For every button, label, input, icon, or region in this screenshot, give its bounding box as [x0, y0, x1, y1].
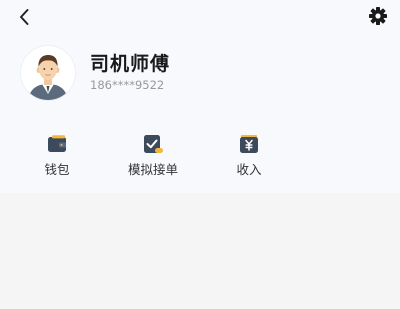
menu-item-mock-order[interactable]: 模拟接单	[118, 130, 188, 180]
menu-label-income: 收入	[236, 162, 262, 177]
back-button[interactable]	[14, 6, 36, 28]
driver-avatar-icon	[21, 46, 75, 100]
avatar[interactable]	[21, 46, 75, 100]
menu-label-wallet: 钱包	[44, 162, 70, 177]
settings-button[interactable]	[368, 6, 388, 26]
menu-item-wallet[interactable]: 钱包	[22, 130, 92, 180]
menu-label-mock-order: 模拟接单	[127, 162, 178, 177]
menu-item-income[interactable]: 收入	[214, 130, 284, 180]
nav-bar	[0, 0, 400, 34]
order-check-icon	[144, 135, 163, 153]
driver-phone: 186****9522	[90, 78, 165, 92]
chevron-left-icon	[20, 9, 29, 25]
yuan-income-icon	[240, 135, 258, 153]
gear-icon	[369, 7, 387, 25]
driver-name: 司机师傅	[90, 53, 171, 75]
wallet-icon	[48, 135, 66, 152]
